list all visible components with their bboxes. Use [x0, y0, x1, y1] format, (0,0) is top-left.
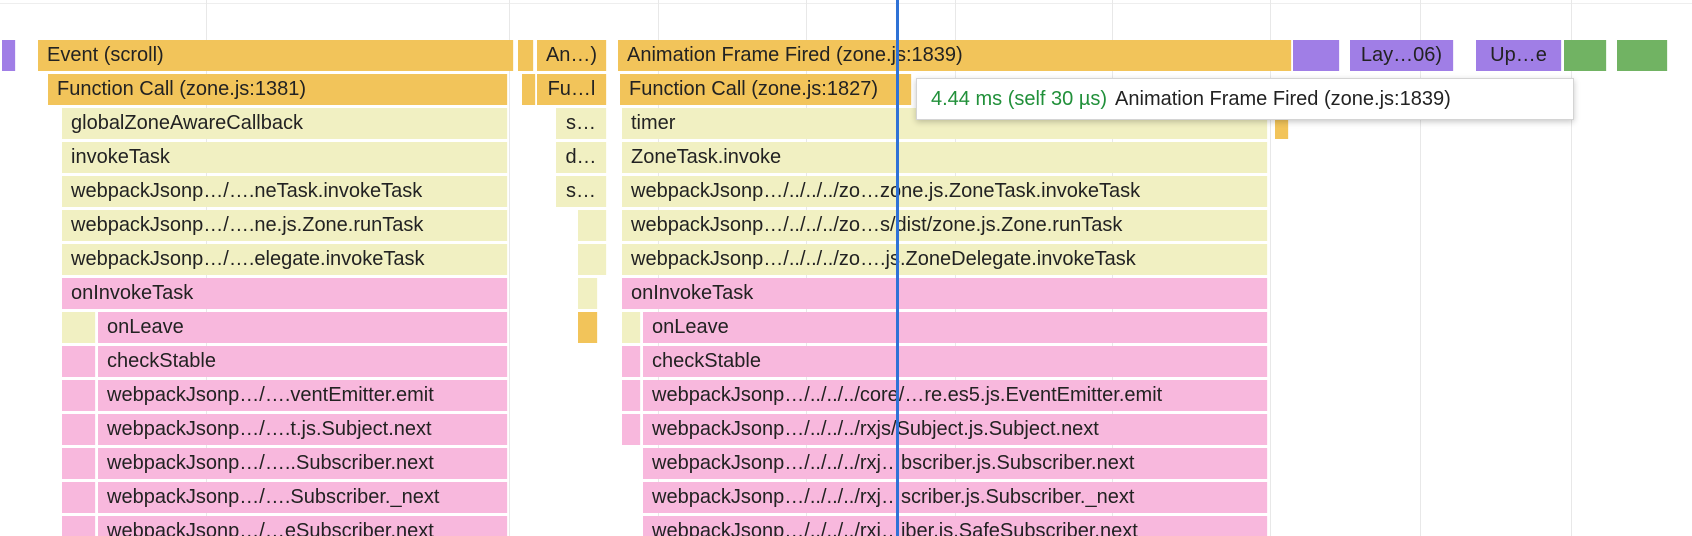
flame-bar-left-gap-check-stable[interactable] — [62, 346, 96, 377]
flame-bar-invoke-task[interactable]: invokeTask — [62, 142, 508, 173]
flame-bar-function-call-1381[interactable]: Function Call (zone.js:1381) — [48, 74, 508, 105]
flame-bar-left-delegate-invoke-task[interactable]: webpackJsonp…/….elegate.invokeTask — [62, 244, 508, 275]
flame-bar-animation-frame-fired[interactable]: Animation Frame Fired (zone.js:1839) — [618, 40, 1292, 71]
flame-bar-left-on-leave[interactable]: onLeave — [98, 312, 508, 343]
flame-bar-mini-call-2[interactable] — [578, 312, 598, 343]
hover-tooltip: 4.44 ms (self 30 µs) Animation Frame Fire… — [916, 78, 1574, 120]
flame-bar-short-s-1[interactable]: s… — [556, 108, 607, 139]
flame-bar-function-call-short[interactable]: Fu…l — [537, 74, 607, 105]
flame-bar-layout-gap[interactable] — [1293, 40, 1340, 71]
flame-bar-right-subject-next[interactable]: webpackJsonp…/../../../rxjs/Subject.js.S… — [643, 414, 1268, 445]
flame-bar-left-gap-subject[interactable] — [62, 414, 96, 445]
playhead-cursor[interactable] — [896, 0, 899, 536]
flame-bar-right-check-stable[interactable]: checkStable — [643, 346, 1268, 377]
flame-bar-layout-06[interactable]: Lay…06) — [1350, 40, 1454, 71]
flame-bar-sliver-b[interactable] — [522, 74, 536, 105]
flame-bar-right-gap-check-stable[interactable] — [622, 346, 641, 377]
flame-bar-left-gap-safe-subscriber[interactable] — [62, 516, 96, 536]
flame-bar-left-check-stable[interactable]: checkStable — [98, 346, 508, 377]
timeline-top-rule — [0, 3, 1692, 4]
flame-bar-right-gap-subject[interactable] — [622, 414, 641, 445]
flame-bar-pre-left-layout[interactable] — [2, 40, 16, 71]
flame-bar-left-gap-subscriber[interactable] — [62, 448, 96, 479]
flame-bar-mini-call-1[interactable] — [1275, 120, 1289, 139]
flame-bar-right-gap-emit[interactable] — [622, 380, 641, 411]
flame-bar-update-e[interactable]: Up…e — [1476, 40, 1562, 71]
flame-bar-zone-task-invoke[interactable]: ZoneTask.invoke — [622, 142, 1268, 173]
tooltip-event-name: Animation Frame Fired (zone.js:1839) — [1115, 88, 1451, 110]
flame-bar-right-gap-on-leave[interactable] — [622, 312, 641, 343]
timeline-gridline — [509, 0, 510, 536]
flame-bar-right-safe-subscriber-next[interactable]: webpackJsonp…/../../../rxj…iber.js.SafeS… — [643, 516, 1268, 536]
flame-bar-left-subscriber-underscore-next[interactable]: webpackJsonp…/….Subscriber._next — [98, 482, 508, 513]
flame-bar-left-zone-run-task[interactable]: webpackJsonp…/….ne.js.Zone.runTask — [62, 210, 508, 241]
flame-bar-short-s-2[interactable]: s… — [556, 176, 607, 207]
flame-bar-short-d[interactable]: d… — [556, 142, 607, 173]
flame-bar-sliver-a[interactable] — [518, 40, 534, 71]
flame-bar-mini-js-3[interactable] — [578, 278, 598, 309]
flame-bar-left-on-invoke-task[interactable]: onInvokeTask — [62, 278, 508, 309]
flame-bar-right-on-invoke-task[interactable]: onInvokeTask — [622, 278, 1268, 309]
flame-bar-paint-a[interactable] — [1564, 40, 1607, 71]
flame-bar-function-call-1827[interactable]: Function Call (zone.js:1827) — [620, 74, 912, 105]
flame-bar-paint-b[interactable] — [1617, 40, 1668, 71]
flame-bar-right-event-emitter-emit[interactable]: webpackJsonp…/../../../core/…re.es5.js.E… — [643, 380, 1268, 411]
flame-bar-event-scroll[interactable]: Event (scroll) — [38, 40, 514, 71]
flame-bar-right-zone-run-task[interactable]: webpackJsonp…/../../../zo…s/dist/zone.js… — [622, 210, 1268, 241]
flame-bar-left-gap-on-leave[interactable] — [62, 312, 96, 343]
flame-bar-mini-js-2[interactable] — [578, 244, 607, 275]
flame-bar-left-safe-subscriber-next[interactable]: webpackJsonp…/…eSubscriber.next — [98, 516, 508, 536]
flame-bar-left-subscriber-next[interactable]: webpackJsonp…/…..Subscriber.next — [98, 448, 508, 479]
tooltip-duration: 4.44 ms (self 30 µs) — [931, 88, 1108, 110]
flame-bar-left-gap-emit[interactable] — [62, 380, 96, 411]
flame-bar-right-subscriber-underscore-next[interactable]: webpackJsonp…/../../../rxj…scriber.js.Su… — [643, 482, 1268, 513]
flame-bar-right-subscriber-next[interactable]: webpackJsonp…/../../../rxj…bscriber.js.S… — [643, 448, 1268, 479]
flame-bar-mini-js-1[interactable] — [578, 210, 607, 241]
flame-bar-left-event-emitter-emit[interactable]: webpackJsonp…/….ventEmitter.emit — [98, 380, 508, 411]
flame-bar-left-gap-subscriber-underscore[interactable] — [62, 482, 96, 513]
flame-bar-left-subject-next[interactable]: webpackJsonp…/….t.js.Subject.next — [98, 414, 508, 445]
flame-bar-left-zone-task-invoke-task[interactable]: webpackJsonp…/….neTask.invokeTask — [62, 176, 508, 207]
flame-bar-right-on-leave[interactable]: onLeave — [643, 312, 1268, 343]
flame-bar-right-zone-task-invoke-task[interactable]: webpackJsonp…/../../../zo…zone.js.ZoneTa… — [622, 176, 1268, 207]
flame-chart[interactable]: Event (scroll) An…) Animation Frame Fire… — [0, 0, 1692, 536]
flame-bar-right-delegate-invoke-task[interactable]: webpackJsonp…/../../../zo….js.ZoneDelega… — [622, 244, 1268, 275]
flame-bar-animation-short[interactable]: An…) — [537, 40, 607, 71]
flame-bar-global-zone-aware-callback[interactable]: globalZoneAwareCallback — [62, 108, 508, 139]
